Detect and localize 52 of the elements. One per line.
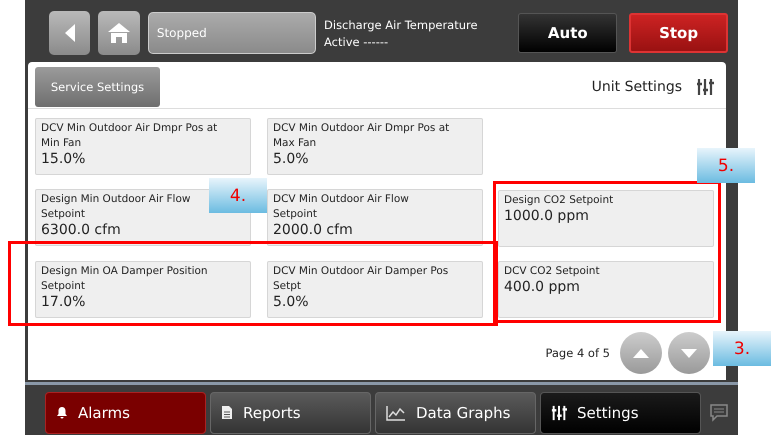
page-indicator: Page 4 of 5 <box>545 346 610 360</box>
callout-label: 5. <box>697 148 755 183</box>
setting-card[interactable]: DCV CO2 Setpoint 400.0 ppm <box>498 261 714 318</box>
status-field: Stopped <box>148 12 316 54</box>
sliders-icon <box>696 78 714 96</box>
setting-card[interactable]: Design Min OA Damper Position Setpoint 17.0% <box>35 260 251 318</box>
setting-value: 15.0% <box>41 151 86 168</box>
setting-value: 400.0 ppm <box>504 279 581 296</box>
setting-card[interactable]: DCV Min Outdoor Air Dmpr Pos at Min Fan 15.0% <box>35 118 251 175</box>
service-settings-button[interactable]: Service Settings <box>35 67 160 107</box>
setting-label: DCV CO2 Setpoint <box>504 264 601 279</box>
setting-label: DCV Min Outdoor Air Dmpr Pos at Max Fan <box>273 121 450 151</box>
status-info: Discharge Air Temperature <box>324 18 479 32</box>
home-button[interactable] <box>98 11 140 55</box>
back-button[interactable] <box>49 11 90 55</box>
setting-value: 17.0% <box>41 294 86 311</box>
down-arrow-icon <box>681 348 697 358</box>
document-icon <box>221 405 233 420</box>
setting-value: 6300.0 cfm <box>41 222 122 240</box>
setting-card[interactable]: DCV Min Outdoor Air Dmpr Pos at Max Fan 5.0% <box>267 118 483 175</box>
status-info: Active ------ <box>324 34 390 48</box>
nav-tab[interactable]: Data Graphs <box>375 392 536 434</box>
setting-value: 5.0% <box>273 294 310 311</box>
setting-label: DCV Min Outdoor Air Damper Pos Setpt <box>273 264 450 294</box>
mode-button[interactable]: Auto <box>518 13 618 53</box>
chat-icon[interactable] <box>709 404 729 422</box>
setting-card[interactable]: DCV Min Outdoor Air Flow Setpoint 2000.0 cfm <box>267 189 483 246</box>
setting-card[interactable]: DCV Min Outdoor Air Damper Pos Setpt 5.0% <box>267 260 483 318</box>
mode-button[interactable]: Stop <box>629 13 728 53</box>
setting-value: 5.0% <box>273 151 310 168</box>
home-icon <box>107 22 132 44</box>
back-icon <box>64 23 76 43</box>
panel-title: Unit Settings <box>592 79 682 95</box>
setting-value: 2000.0 cfm <box>273 222 354 240</box>
page-down-button[interactable] <box>668 332 710 374</box>
nav-tab[interactable]: Reports <box>210 392 371 434</box>
setting-label: DCV Min Outdoor Air Flow Setpoint <box>273 192 410 222</box>
line-chart-icon <box>386 404 406 420</box>
setting-label: Design CO2 Setpoint <box>504 193 614 208</box>
setting-label: Design Min Outdoor Air Flow Setpoint <box>41 192 192 222</box>
setting-card[interactable]: Design CO2 Setpoint 1000.0 ppm <box>498 190 714 247</box>
setting-value: 1000.0 ppm <box>504 208 590 225</box>
up-arrow-icon <box>633 348 649 358</box>
callout-label: 4. <box>209 178 267 213</box>
sliders-icon <box>551 404 567 420</box>
page-up-button[interactable] <box>620 332 662 374</box>
callout-label: 3. <box>713 331 771 366</box>
bell-icon <box>56 406 68 419</box>
setting-label: DCV Min Outdoor Air Dmpr Pos at Min Fan <box>41 121 218 151</box>
nav-tab[interactable]: Settings <box>540 392 701 434</box>
nav-tab[interactable]: Alarms <box>45 392 206 434</box>
setting-label: Design Min OA Damper Position Setpoint <box>41 264 209 294</box>
